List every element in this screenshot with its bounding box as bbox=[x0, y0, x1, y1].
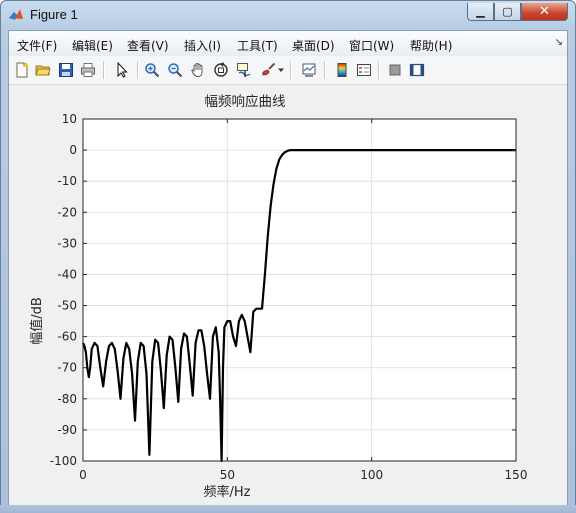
rotate-3d-icon[interactable] bbox=[211, 60, 231, 80]
maximize-icon: ▢ bbox=[502, 5, 513, 18]
chart-title: 幅频响应曲线 bbox=[205, 93, 286, 110]
toolbar-separator bbox=[290, 61, 292, 79]
y-tick-label: 0 bbox=[69, 143, 77, 157]
y-tick-label: -60 bbox=[57, 330, 77, 344]
menu-edit[interactable]: 编辑(E) bbox=[72, 37, 113, 54]
minimize-icon: ▁ bbox=[476, 5, 485, 18]
x-tick-label: 0 bbox=[79, 468, 87, 482]
figure-client-area: 文件(F) 编辑(E) 查看(V) 插入(I) 工具(T) 桌面(D) 窗口(W… bbox=[8, 30, 568, 506]
print-icon[interactable] bbox=[78, 60, 98, 80]
y-tick-label: -10 bbox=[57, 174, 77, 188]
toolbar-separator bbox=[103, 61, 105, 79]
zoom-out-icon[interactable] bbox=[165, 60, 185, 80]
zoom-in-icon[interactable] bbox=[142, 60, 162, 80]
toolbar-separator bbox=[378, 61, 380, 79]
y-tick-label: -50 bbox=[57, 299, 77, 313]
menu-view[interactable]: 查看(V) bbox=[127, 37, 169, 54]
menu-desktop[interactable]: 桌面(D) bbox=[292, 37, 335, 54]
toolbar-separator bbox=[137, 61, 139, 79]
toolbar-separator bbox=[324, 61, 326, 79]
x-tick-label: 150 bbox=[505, 468, 528, 482]
y-tick-label: -90 bbox=[57, 423, 77, 437]
data-cursor-icon[interactable] bbox=[234, 60, 254, 80]
menu-dock-arrow-icon[interactable]: ↘ bbox=[555, 37, 563, 48]
pan-hand-icon[interactable] bbox=[188, 60, 208, 80]
figure-window: Figure 1 ▁ ▢ ✕ 文件(F) 编辑(E) 查看(V) 插入(I) 工… bbox=[0, 0, 576, 513]
window-title: Figure 1 bbox=[30, 7, 78, 22]
y-tick-label: -30 bbox=[57, 236, 77, 250]
y-tick-label: 10 bbox=[62, 112, 77, 126]
hide-plot-tools-icon[interactable] bbox=[385, 60, 405, 80]
close-button[interactable]: ✕ bbox=[521, 3, 568, 21]
colorbar-icon[interactable] bbox=[332, 60, 352, 80]
menu-help[interactable]: 帮助(H) bbox=[410, 37, 452, 54]
menu-insert[interactable]: 插入(I) bbox=[184, 37, 221, 54]
x-tick-label: 50 bbox=[220, 468, 235, 482]
save-icon[interactable] bbox=[56, 60, 76, 80]
figure-canvas: 10 0 -10 -20 -30 -40 -50 -60 -70 -80 -90 -100 0 50 10… bbox=[9, 85, 567, 505]
x-tick-label: 100 bbox=[360, 468, 383, 482]
figure-toolbar bbox=[9, 56, 567, 85]
x-axis-label: 频率/Hz bbox=[204, 484, 251, 500]
show-plot-tools-icon[interactable] bbox=[407, 60, 427, 80]
select-pointer-icon[interactable] bbox=[112, 60, 132, 80]
y-tick-label: -20 bbox=[57, 205, 77, 219]
close-icon: ✕ bbox=[539, 4, 550, 19]
brush-dropdown-arrow-icon[interactable] bbox=[276, 60, 286, 80]
title-bar[interactable]: Figure 1 ▁ ▢ ✕ bbox=[1, 1, 575, 29]
menu-tools[interactable]: 工具(T) bbox=[237, 37, 278, 54]
menu-window[interactable]: 窗口(W) bbox=[349, 37, 394, 54]
window-bottom-border bbox=[0, 505, 576, 513]
matlab-app-icon bbox=[9, 9, 23, 20]
y-tick-label: -100 bbox=[50, 454, 77, 468]
x-tick-labels: 0 50 100 150 bbox=[79, 468, 527, 482]
new-figure-icon[interactable] bbox=[12, 60, 32, 80]
brush-icon[interactable] bbox=[258, 60, 278, 80]
y-tick-label: -40 bbox=[57, 267, 77, 281]
maximize-button[interactable]: ▢ bbox=[494, 3, 521, 21]
menu-file[interactable]: 文件(F) bbox=[17, 37, 57, 54]
menu-bar: 文件(F) 编辑(E) 查看(V) 插入(I) 工具(T) 桌面(D) 窗口(W… bbox=[9, 31, 567, 57]
link-plot-icon[interactable] bbox=[299, 60, 319, 80]
y-tick-labels: 10 0 -10 -20 -30 -40 -50 -60 -70 -80 -90 -100 bbox=[50, 112, 77, 468]
open-file-icon[interactable] bbox=[33, 60, 53, 80]
legend-icon[interactable] bbox=[354, 60, 374, 80]
y-tick-label: -70 bbox=[57, 361, 77, 375]
minimize-button[interactable]: ▁ bbox=[467, 3, 494, 21]
y-axis-label: 幅值/dB bbox=[29, 297, 45, 345]
axes-plot[interactable]: 100-10-20-30-40-50-60-70-80-90-100 0 50 10… bbox=[9, 85, 567, 505]
y-tick-label: -80 bbox=[57, 392, 77, 406]
